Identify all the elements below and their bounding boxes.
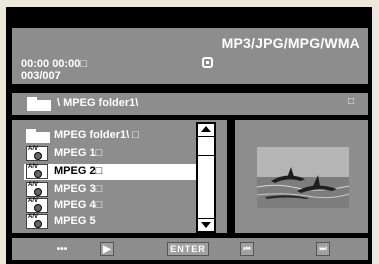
folder-icon [27, 97, 51, 111]
media-type-title: MP3/JPG/MPG/WMA [221, 35, 360, 51]
track-counter: 003/007 [21, 70, 61, 82]
list-item-label: MPEG folder1\ □ [54, 129, 139, 141]
folder-icon [26, 129, 50, 143]
av-disc-icon: A/V [26, 198, 48, 213]
time-readout: 00:00 00:00□ 003/007 [21, 58, 87, 82]
list-item-selected[interactable]: A/V MPEG 2□ [24, 164, 199, 180]
elapsed-time: 00:00 00:00□ [21, 58, 87, 70]
previous-button[interactable]: ⏮ [240, 242, 254, 256]
scroll-up-arrow-icon[interactable] [198, 124, 214, 137]
scroll-down-arrow-icon[interactable] [198, 218, 214, 231]
current-path: \ MPEG folder1\ [57, 97, 139, 109]
list-item[interactable]: A/V MPEG 1□ [24, 146, 199, 162]
next-button[interactable]: ⏭ [316, 242, 330, 256]
path-end-glyph: □ [347, 96, 354, 107]
av-disc-icon: A/V [26, 146, 48, 161]
play-status-icon [202, 57, 213, 68]
preview-panel [235, 120, 368, 233]
play-button[interactable]: ▶ [100, 242, 114, 256]
control-bar: ••• ▶ ENTER ⏮ ⏭ [12, 238, 368, 260]
list-item-folder[interactable]: MPEG folder1\ □ [24, 128, 199, 144]
av-disc-icon: A/V [26, 164, 48, 179]
list-item-label: MPEG 4□ [54, 199, 103, 211]
preview-thumbnail [257, 147, 349, 208]
list-item-label: MPEG 2□ [54, 165, 103, 177]
av-disc-icon: A/V [26, 214, 48, 229]
list-scrollbar[interactable] [196, 122, 216, 233]
list-item-label: MPEG 1□ [54, 147, 103, 159]
list-item-label: MPEG 3□ [54, 183, 103, 195]
dpad-icon[interactable]: ••• [53, 242, 71, 256]
list-item[interactable]: A/V MPEG 3□ [24, 182, 199, 198]
av-disc-icon: A/V [26, 182, 48, 197]
header-panel: MP3/JPG/MPG/WMA 00:00 00:00□ 003/007 [12, 28, 368, 84]
list-item[interactable]: A/V MPEG 4□ [24, 198, 199, 214]
enter-button[interactable]: ENTER [167, 242, 209, 256]
list-item-label: MPEG 5 [54, 215, 96, 227]
scroll-thumb[interactable] [198, 137, 214, 156]
list-item[interactable]: A/V MPEG 5 [24, 214, 199, 230]
path-bar: \ MPEG folder1\ □ [12, 93, 368, 115]
file-list-panel: MPEG folder1\ □ A/V MPEG 1□ A/V MPEG 2□ … [12, 120, 227, 233]
